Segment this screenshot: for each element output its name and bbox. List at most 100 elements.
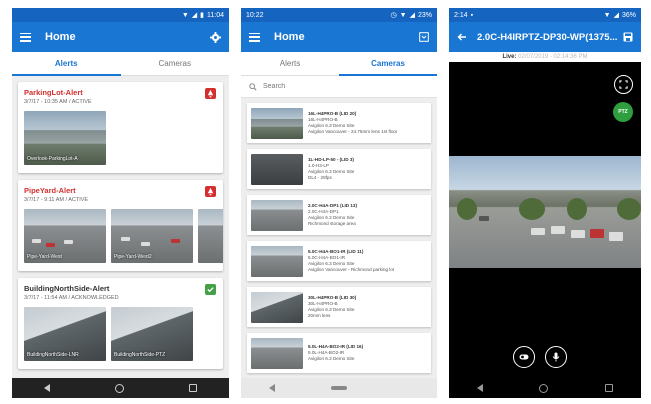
wifi-icon: ▼ (181, 11, 189, 19)
android-nav-bar (449, 378, 641, 398)
camera-thumbnail[interactable]: Pipe-Yard-West2 (111, 209, 193, 263)
phone-live-view-screen: 2:14 ▪ ▼ ◢ 36% 2.0C-H4IRPTZ-DP30-WP(1375… (449, 8, 641, 398)
alert-card-pipeyard[interactable]: PipeYard-Alert 3/7/17 - 9:11 AM / ACTIVE… (18, 180, 223, 271)
search-input[interactable] (263, 83, 413, 90)
phone-cameras-screen: 10:22 ◷ ▼ ◢ 23% Home Alerts Cameras 16L-… (241, 8, 437, 398)
acknowledged-check-icon[interactable] (205, 284, 216, 295)
tab-cameras[interactable]: Cameras (121, 52, 230, 75)
save-icon[interactable] (623, 32, 633, 42)
camera-row[interactable]: 5.0C-H4A-BO1-IR (LID 11) 5.0C-H4A-BO1-IR… (247, 241, 431, 281)
camera-thumbnail (251, 199, 303, 231)
alert-badge-icon[interactable] (205, 88, 216, 99)
camera-thumbnail[interactable] (198, 209, 223, 263)
menu-icon[interactable] (249, 32, 260, 42)
camera-row[interactable]: 2.0C-H4A-DP1 (LID 13) 2.0C-H4A-DP1 Avigi… (247, 195, 431, 235)
android-nav-bar (12, 378, 229, 398)
battery-percent: 36% (621, 11, 636, 19)
recent-apps-icon[interactable] (188, 384, 197, 392)
camera-thumbnail (251, 291, 303, 323)
camera-toggle-icon (519, 354, 529, 360)
home-icon[interactable] (114, 383, 124, 393)
menu-icon[interactable] (20, 32, 31, 42)
app-toolbar: 2.0C-H4IRPTZ-DP30-WP(1375... (449, 22, 641, 52)
back-icon[interactable] (44, 384, 51, 392)
video-toggle-button[interactable] (513, 346, 535, 368)
android-nav-bar (241, 378, 437, 398)
back-icon[interactable] (269, 384, 275, 392)
camera-description: Avigilon Vancouver - Richmond parking lo… (308, 267, 395, 272)
camera-list: 16L-H4PRO-B (LID 20) 16L-H4PRO-B Avigilo… (241, 98, 437, 373)
tab-bar: Alerts Cameras (241, 52, 437, 76)
search-bar (241, 76, 437, 98)
camera-thumbnail[interactable]: Pipe-Yard-West (24, 209, 106, 263)
alert-badge-icon[interactable] (205, 186, 216, 197)
search-icon (249, 82, 257, 91)
camera-description: 20mm lens (308, 313, 331, 318)
status-time: 11:04 (207, 11, 224, 19)
alert-status: 3/7/17 - 10:35 AM / ACTIVE (24, 99, 92, 105)
camera-thumbnail[interactable]: BuildingNorthSide-PTZ (111, 307, 193, 361)
toolbar-title: Home (45, 31, 76, 43)
status-time: 2:14 (454, 11, 468, 19)
app-toolbar: Home (241, 22, 437, 52)
alert-card-parkinglot[interactable]: ParkingLot-Alert 3/7/17 - 10:35 AM / ACT… (18, 82, 223, 173)
camera-row[interactable]: 1L-HD-LP-50 - (LID 3) 1.0-H3-LP Avigilon… (247, 149, 431, 189)
thumbnail-label: BuildingNorthSide-PTZ (114, 352, 166, 358)
fullscreen-icon (619, 80, 628, 89)
camera-thumbnail (251, 245, 303, 277)
live-video-feed[interactable] (449, 156, 641, 268)
toolbar-title: Home (274, 31, 305, 43)
status-bar: 2:14 ▪ ▼ ◢ 36% (449, 8, 641, 22)
camera-thumbnail[interactable]: Overlook-ParkingLot-A (24, 111, 106, 165)
camera-description: Richmond storage area (308, 221, 356, 226)
microphone-button[interactable] (545, 346, 567, 368)
camera-site: Avigilon 6.3 Demo Site (308, 356, 355, 361)
camera-description: Avigilon Vancouver - 24.75mm lens 1st fl… (308, 129, 398, 134)
alert-list: ParkingLot-Alert 3/7/17 - 10:35 AM / ACT… (12, 76, 229, 369)
alert-title: ParkingLot-Alert (24, 88, 83, 97)
signal-icon: ◢ (191, 12, 198, 19)
alert-title: BuildingNorthSide-Alert (24, 284, 110, 293)
recent-apps-icon[interactable] (604, 384, 613, 392)
live-timestamp: 02/07/2019 - 02:14:36 PM (518, 54, 588, 60)
thumbnail-label: BuildingNorthSide-LNR (27, 352, 79, 358)
camera-title: 2.0C-H4IRPTZ-DP30-WP(1375... (477, 31, 618, 43)
camera-row[interactable]: 30L-H4PRO-B (LID 30) 30L-H4PRO-B Avigilo… (247, 287, 431, 327)
dropdown-box-icon[interactable] (419, 32, 429, 42)
home-pill-icon[interactable] (331, 386, 347, 390)
tab-alerts[interactable]: Alerts (12, 52, 121, 76)
tab-cameras[interactable]: Cameras (339, 52, 437, 76)
fullscreen-button[interactable] (614, 75, 633, 94)
camera-thumbnail (251, 153, 303, 185)
signal-icon: ◢ (409, 12, 415, 19)
camera-row[interactable]: 5.0L-H4A-BO2-IR (LID 16) 5.0L-H4A-BO2-IR… (247, 333, 431, 373)
thumbnail-label: Pipe-Yard-West (27, 254, 62, 260)
camera-thumbnail[interactable]: BuildingNorthSide-LNR (24, 307, 106, 361)
camera-thumbnail (251, 337, 303, 369)
camera-row[interactable]: 16L-H4PRO-B (LID 20) 16L-H4PRO-B Avigilo… (247, 103, 431, 143)
tab-alerts[interactable]: Alerts (241, 52, 339, 75)
alarm-icon: ◷ (390, 12, 397, 19)
battery-percent: 23% (417, 11, 432, 19)
microphone-icon (552, 352, 560, 362)
back-arrow-icon[interactable] (457, 32, 467, 42)
gear-icon[interactable] (210, 31, 221, 43)
notification-icon: ▪ (470, 11, 474, 19)
home-icon[interactable] (539, 383, 549, 393)
tab-bar: Alerts Cameras (12, 52, 229, 76)
camera-description: DL4 - 28fps (308, 175, 332, 180)
status-time: 10:22 (246, 11, 264, 19)
live-timestamp-bar: Live: 02/07/2019 - 02:14:36 PM (449, 52, 641, 62)
wifi-icon: ▼ (603, 11, 611, 19)
wifi-icon: ▼ (399, 11, 407, 19)
alert-card-buildingnorthside[interactable]: BuildingNorthSide-Alert 3/7/17 - 11:54 A… (18, 278, 223, 369)
alert-status: 3/7/17 - 11:54 AM / ACKNOWLEDGED (24, 295, 119, 301)
camera-thumbnail (251, 107, 303, 139)
thumbnail-label: Overlook-ParkingLot-A (27, 156, 78, 162)
ptz-button[interactable]: PTZ (613, 102, 633, 122)
back-icon[interactable] (477, 384, 484, 392)
alert-title: PipeYard-Alert (24, 186, 76, 195)
signal-icon: ◢ (613, 12, 619, 19)
app-toolbar: Home (12, 22, 229, 52)
alert-status: 3/7/17 - 9:11 AM / ACTIVE (24, 197, 89, 203)
